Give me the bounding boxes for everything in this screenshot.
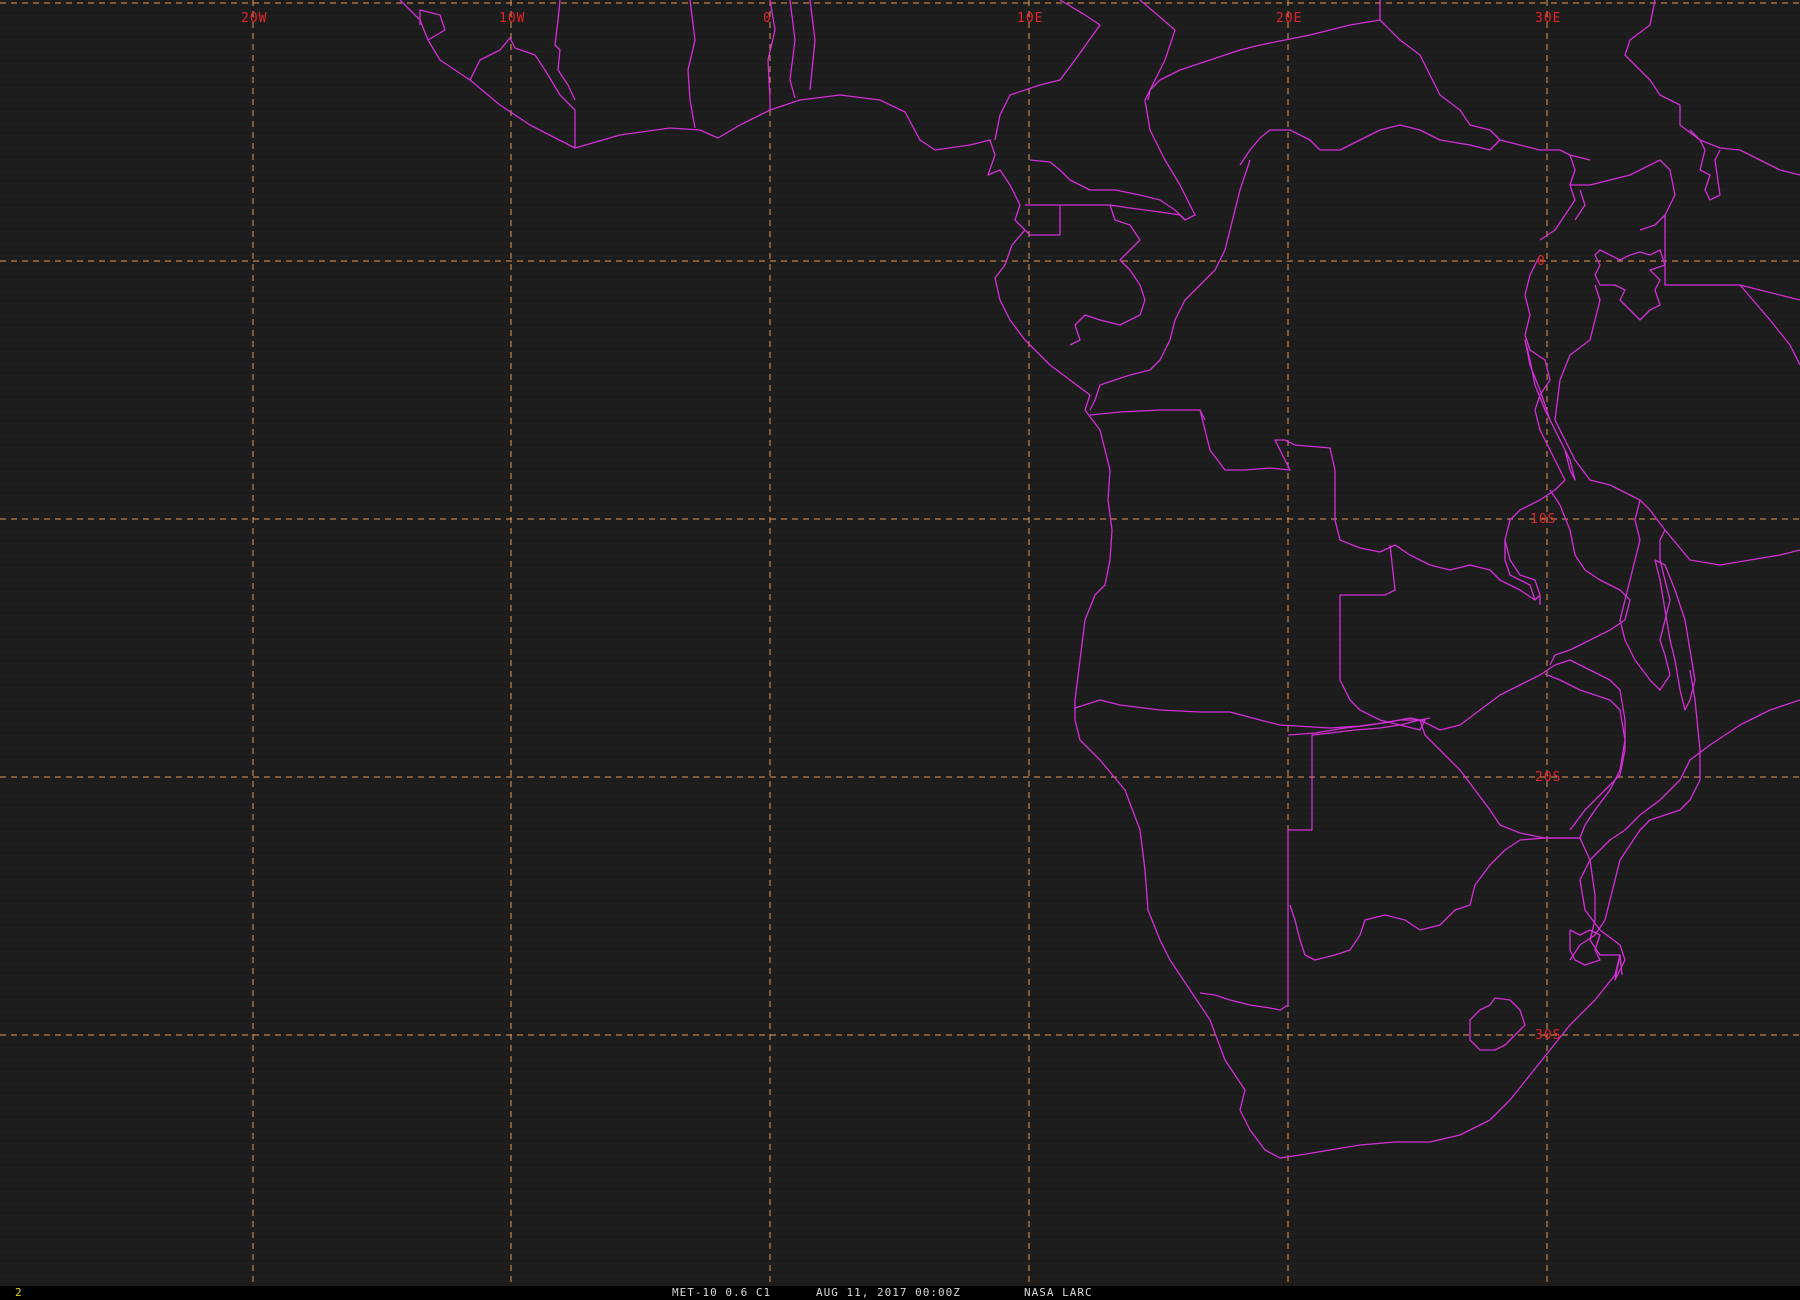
border-car-sudan — [1147, 0, 1381, 101]
lon-label-20w: 20W — [241, 11, 267, 26]
border-car-drc — [1239, 124, 1591, 166]
datetime-label: AUG 11, 2017 00:00Z — [816, 1286, 961, 1299]
border-ghana — [687, 0, 696, 129]
lon-label-10w: 10W — [499, 11, 525, 26]
product-label: MET-10 0.6 C1 — [672, 1286, 772, 1299]
lon-label-20e: 20E — [1276, 11, 1302, 26]
frame-number: 2 — [15, 1286, 23, 1299]
border-zambia-malawi — [1549, 489, 1631, 666]
border-nigeria-cameroon — [994, 0, 1101, 141]
border-ivory-coast — [554, 0, 576, 101]
border-drc-angola — [1089, 409, 1341, 541]
border-gabon-congo — [1024, 204, 1186, 346]
border-tanzania — [1554, 284, 1800, 566]
longitude-labels: 20W 10W 0 10E 20E 30E — [241, 11, 1561, 26]
border-kenya — [1664, 215, 1800, 366]
lat-label-10s: 10S — [1530, 512, 1556, 527]
border-congo-drc — [1089, 159, 1251, 411]
lon-label-30e: 30E — [1535, 11, 1561, 26]
lat-label-30s: 30S — [1535, 1028, 1561, 1043]
border-sudan-south-sudan — [1379, 19, 1501, 141]
lon-label-0: 0 — [763, 11, 772, 26]
border-zambia-drc — [1339, 539, 1541, 601]
border-south-sudan-uganda — [1569, 129, 1721, 231]
border-rwanda-burundi — [1504, 254, 1566, 605]
border-togo-benin — [767, 0, 816, 110]
border-zambia-zimbabwe — [1419, 659, 1626, 831]
border-chad-car — [1029, 0, 1196, 221]
lon-label-10e: 10E — [1017, 11, 1043, 26]
lat-label-20s: 20S — [1535, 770, 1561, 785]
border-guinea-region — [419, 9, 446, 41]
border-namibia-botswana — [1199, 719, 1426, 1011]
country-borders — [399, 0, 1800, 1159]
border-zimbabwe-mozambique — [1544, 673, 1626, 976]
map-canvas: 20W 10W 0 10E 20E 30E 0 10S 20S 30S — [0, 0, 1800, 1286]
border-ethiopia — [1624, 0, 1800, 176]
border-mozambique — [1569, 669, 1800, 981]
satellite-map[interactable]: 20W 10W 0 10E 20E 30E 0 10S 20S 30S — [0, 0, 1800, 1286]
latitude-labels: 0 10S 20S 30S — [1530, 254, 1561, 1043]
border-botswana-south-africa — [1289, 837, 1580, 961]
lat-lon-grid — [0, 0, 1800, 1286]
status-bar: 2 MET-10 0.6 C1 AUG 11, 2017 00:00Z NASA… — [0, 1286, 1800, 1300]
lat-label-0: 0 — [1537, 254, 1546, 269]
border-zambia-angola — [1339, 544, 1421, 726]
source-label: NASA LARC — [1024, 1286, 1093, 1299]
coastline-west-africa — [399, 0, 1621, 1159]
border-lesotho — [1469, 997, 1526, 1051]
